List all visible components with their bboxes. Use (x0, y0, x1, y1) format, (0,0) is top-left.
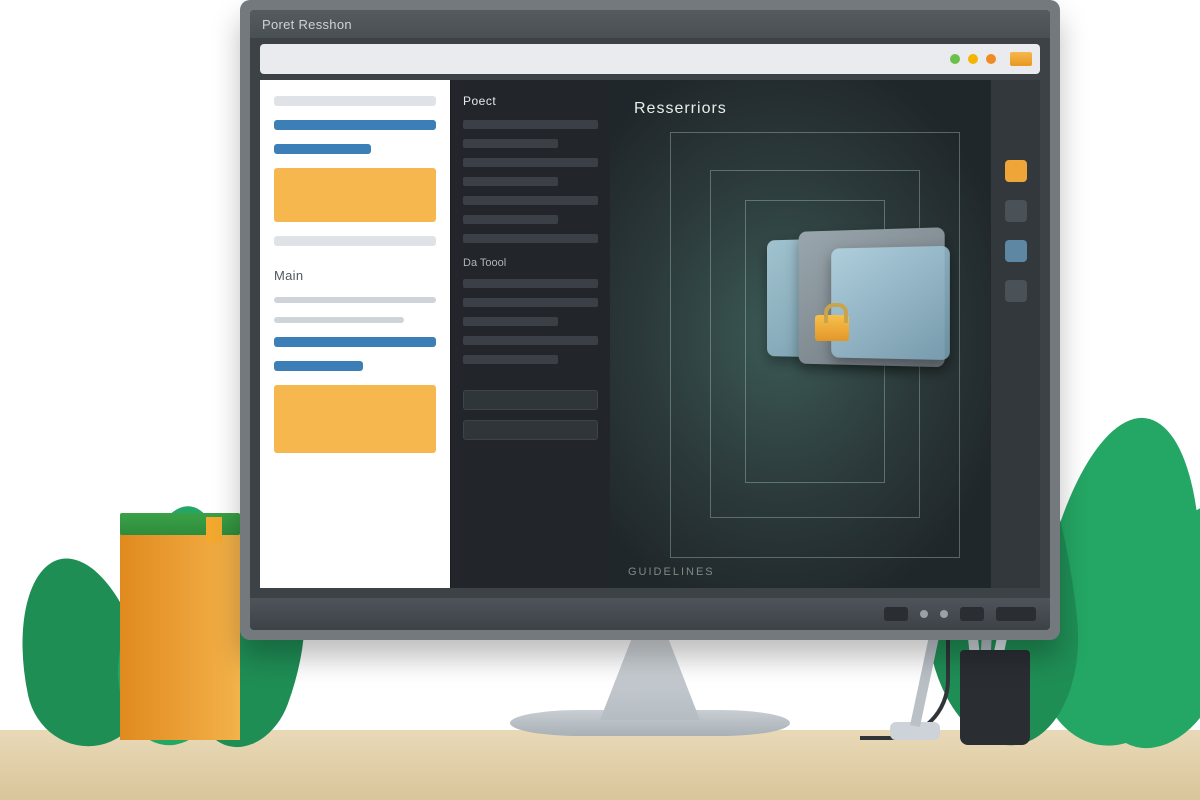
window-titlebar[interactable]: Poret Resshon (250, 10, 1050, 38)
canvas-footer-label: GUIDELINES (628, 566, 715, 578)
window-title: Poret Resshon (262, 17, 352, 32)
list-item[interactable] (274, 144, 371, 154)
control-dot-green[interactable] (950, 54, 960, 64)
status-bar (250, 598, 1050, 630)
status-indicator (940, 610, 948, 618)
control-dot-orange[interactable] (986, 54, 996, 64)
property-row[interactable] (463, 298, 598, 307)
flag-icon[interactable] (1010, 52, 1032, 66)
viewport-canvas[interactable]: Resserriors GUIDELINES (610, 80, 990, 588)
color-swatch[interactable] (1005, 200, 1027, 222)
panel-subheading: Da Toool (463, 257, 598, 269)
property-row[interactable] (463, 158, 598, 167)
property-row[interactable] (463, 196, 598, 205)
list-item[interactable] (274, 337, 436, 347)
status-chip[interactable] (996, 607, 1036, 621)
property-row[interactable] (463, 317, 558, 326)
monitor-stand-neck (600, 630, 700, 720)
property-row[interactable] (463, 139, 558, 148)
list-item[interactable] (274, 236, 436, 246)
canvas-title: Resserriors (634, 100, 727, 118)
list-item[interactable] (274, 297, 436, 303)
panel-heading: Poect (463, 94, 598, 108)
app-window: Poret Resshon Main (250, 10, 1050, 630)
color-swatch[interactable] (1005, 280, 1027, 302)
color-swatch[interactable] (1005, 240, 1027, 262)
list-item[interactable] (274, 120, 436, 130)
list-item[interactable] (274, 317, 404, 323)
list-item[interactable] (274, 96, 436, 106)
status-chip[interactable] (884, 607, 908, 621)
control-dot-yellow[interactable] (968, 54, 978, 64)
color-swatch[interactable] (1005, 160, 1027, 182)
property-row[interactable] (463, 336, 598, 345)
monitor-frame: Poret Resshon Main (240, 0, 1060, 640)
input-field[interactable] (463, 390, 598, 410)
highlight-card[interactable] (274, 385, 436, 453)
address-bar[interactable] (260, 44, 1040, 74)
status-chip[interactable] (960, 607, 984, 621)
property-row[interactable] (463, 120, 598, 129)
input-field[interactable] (463, 420, 598, 440)
sidebar-light: Main (260, 80, 450, 588)
property-row[interactable] (463, 355, 558, 364)
property-row[interactable] (463, 234, 598, 243)
lock-icon (815, 315, 849, 341)
section-label: Main (274, 268, 436, 283)
sidebar-dark: Poect Da Toool (450, 80, 610, 588)
status-indicator (920, 610, 928, 618)
tool-strip (990, 80, 1040, 588)
property-row[interactable] (463, 215, 558, 224)
window-stack-graphic (767, 227, 950, 383)
property-row[interactable] (463, 177, 558, 186)
window-controls (950, 54, 996, 64)
books-prop (120, 525, 240, 740)
highlight-card[interactable] (274, 168, 436, 222)
workspace: Main Poect Da Toool (260, 80, 1040, 588)
pane-graphic (831, 246, 950, 360)
property-row[interactable] (463, 279, 598, 288)
list-item[interactable] (274, 361, 363, 371)
